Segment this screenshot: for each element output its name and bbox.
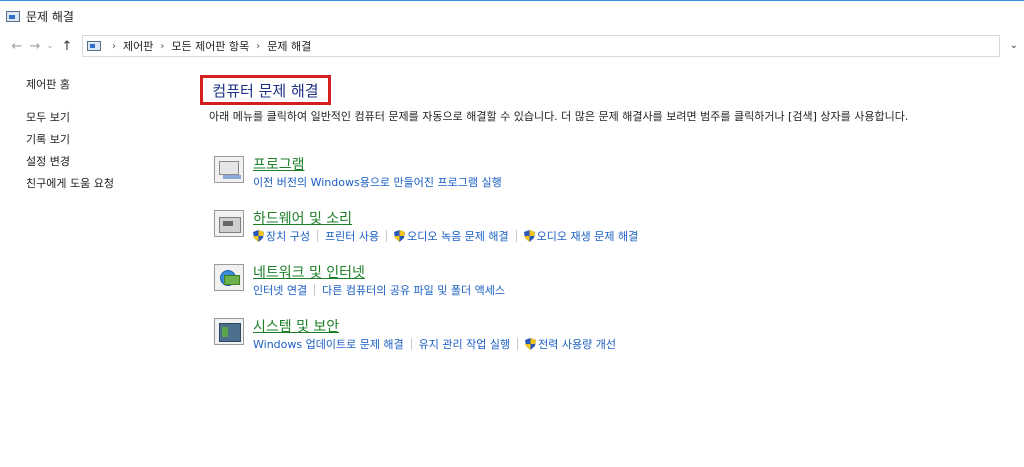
link-separator	[517, 338, 519, 350]
task-link[interactable]: 인터넷 연결	[253, 282, 307, 298]
chevron-right-icon[interactable]: ›	[112, 41, 116, 52]
back-arrow-icon[interactable]: ←	[8, 36, 26, 56]
forward-arrow-icon[interactable]: →	[26, 36, 44, 56]
task-link[interactable]: 프린터 사용	[325, 228, 379, 244]
address-bar: ← → ⌄ ↑ › 제어판 › 모든 제어판 항목 › 문제 해결 ⌄	[0, 31, 1024, 61]
breadcrumb[interactable]: › 제어판 › 모든 제어판 항목 › 문제 해결	[82, 35, 1000, 57]
category-links: 이전 버전의 Windows용으로 만들어진 프로그램 실행	[253, 174, 502, 190]
system-security-icon[interactable]	[214, 318, 244, 345]
highlight-box: 컴퓨터 문제 해결	[200, 75, 331, 105]
task-link[interactable]: 유지 관리 작업 실행	[419, 336, 510, 352]
chevron-right-icon[interactable]: ›	[160, 41, 164, 52]
task-link[interactable]: 오디오 녹음 문제 해결	[394, 228, 509, 244]
up-arrow-icon[interactable]: ↑	[58, 36, 76, 56]
task-link[interactable]: 전력 사용량 개선	[525, 336, 616, 352]
task-link[interactable]: 장치 구성	[253, 228, 310, 244]
link-separator	[314, 284, 316, 296]
task-link[interactable]: Windows 업데이트로 문제 해결	[253, 336, 404, 352]
category-title[interactable]: 시스템 및 보안	[253, 316, 339, 336]
category-title[interactable]: 하드웨어 및 소리	[253, 208, 352, 228]
sidebar-item-home[interactable]: 제어판 홈	[26, 78, 196, 92]
network-internet-icon[interactable]	[214, 264, 244, 291]
link-separator	[515, 230, 517, 242]
category-links: 인터넷 연결 다른 컴퓨터의 공유 파일 및 폴더 액세스	[253, 282, 505, 298]
shield-icon	[253, 230, 264, 242]
link-separator	[410, 338, 412, 350]
title-bar: 문제 해결	[0, 0, 1024, 31]
page-description: 아래 메뉴를 클릭하여 일반적인 컴퓨터 문제를 자동으로 해결할 수 있습니다…	[209, 110, 909, 123]
breadcrumb-all-items[interactable]: 모든 제어판 항목	[171, 38, 249, 54]
link-separator	[316, 230, 318, 242]
address-dropdown-icon[interactable]: ⌄	[1010, 40, 1018, 51]
sidebar-item-view-history[interactable]: 기록 보기	[26, 133, 196, 147]
shield-icon	[394, 230, 406, 242]
chevron-down-icon[interactable]: ⌄	[44, 36, 56, 56]
hardware-sound-icon[interactable]	[214, 210, 244, 237]
task-link[interactable]: 다른 컴퓨터의 공유 파일 및 폴더 액세스	[322, 282, 505, 298]
category-links: Windows 업데이트로 문제 해결 유지 관리 작업 실행 전력 사용량 개…	[253, 336, 616, 352]
control-panel-icon	[87, 41, 101, 51]
control-panel-icon	[6, 10, 20, 22]
breadcrumb-troubleshooting[interactable]: 문제 해결	[267, 38, 311, 54]
sidebar-item-view-all[interactable]: 모두 보기	[26, 111, 196, 125]
category-title[interactable]: 네트워크 및 인터넷	[253, 262, 365, 282]
category-title[interactable]: 프로그램	[253, 154, 305, 174]
page-title: 컴퓨터 문제 해결	[212, 81, 319, 100]
category-links: 장치 구성 프린터 사용 오디오 녹음 문제 해결 오디오 재생 문제 해결	[253, 228, 638, 244]
program-icon[interactable]	[214, 156, 244, 183]
breadcrumb-control-panel[interactable]: 제어판	[123, 38, 153, 54]
window-title: 문제 해결	[26, 9, 74, 24]
sidebar: 제어판 홈 모두 보기 기록 보기 설정 변경 친구에게 도움 요청	[26, 78, 196, 199]
link-separator	[386, 230, 388, 242]
shield-icon	[525, 338, 537, 350]
task-link[interactable]: 이전 버전의 Windows용으로 만들어진 프로그램 실행	[253, 174, 502, 190]
task-link[interactable]: 오디오 재생 문제 해결	[523, 228, 638, 244]
shield-icon	[523, 230, 535, 242]
chevron-right-icon[interactable]: ›	[256, 41, 260, 52]
sidebar-item-change-settings[interactable]: 설정 변경	[26, 155, 196, 169]
sidebar-item-get-help[interactable]: 친구에게 도움 요청	[26, 177, 196, 191]
